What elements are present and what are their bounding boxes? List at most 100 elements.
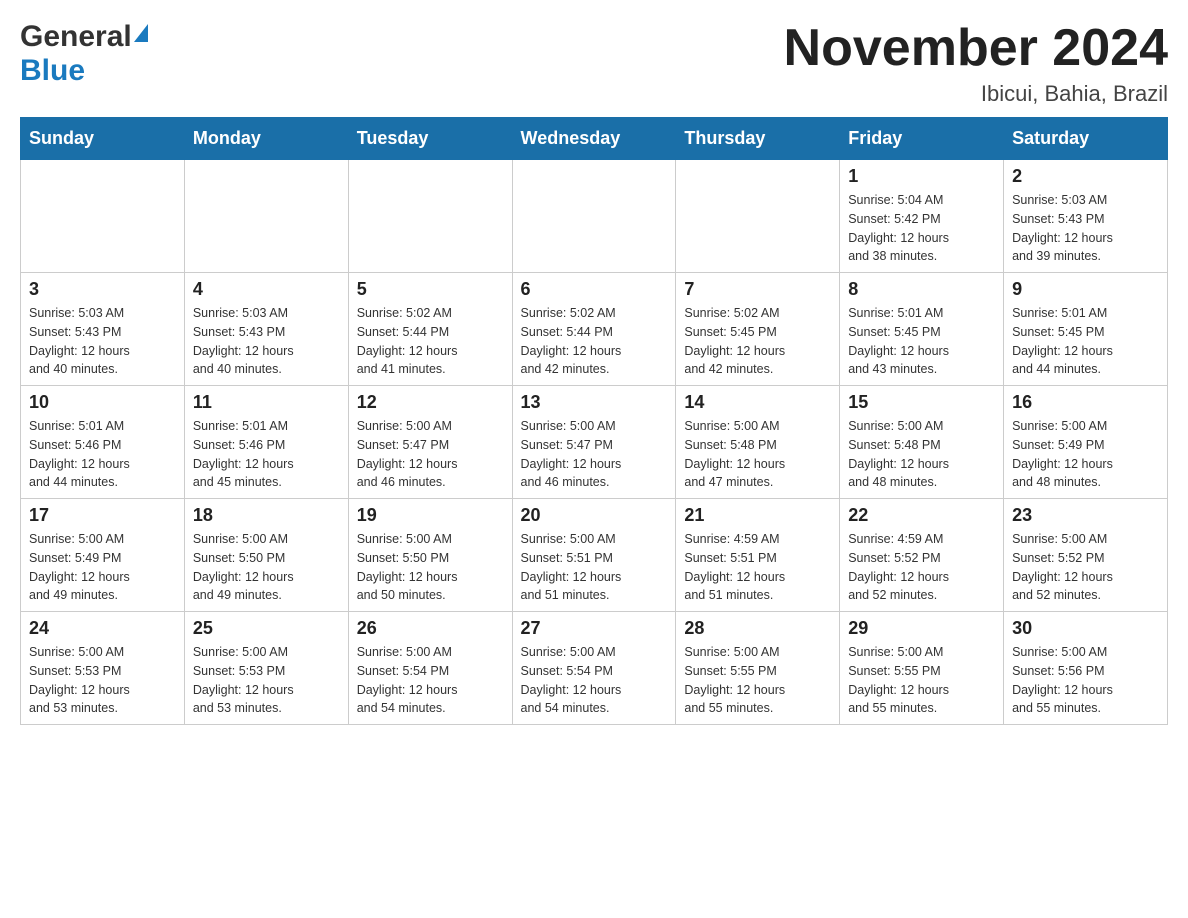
week-row: 3Sunrise: 5:03 AM Sunset: 5:43 PM Daylig… (21, 273, 1168, 386)
day-number: 1 (848, 166, 995, 187)
calendar-cell (512, 160, 676, 273)
day-info: Sunrise: 5:00 AM Sunset: 5:54 PM Dayligh… (521, 643, 668, 718)
day-info: Sunrise: 5:04 AM Sunset: 5:42 PM Dayligh… (848, 191, 995, 266)
calendar-cell: 14 Sunrise: 5:00 AM Sunset: 5:48 PM Dayli… (676, 386, 840, 499)
day-number: 24 (29, 618, 176, 639)
calendar-cell: 6 Sunrise: 5:02 AM Sunset: 5:44 PM Daylig… (512, 273, 676, 386)
day-info: Sunrise: 5:00 AM Sunset: 5:53 PM Dayligh… (29, 643, 176, 718)
week-row: 1 Sunrise: 5:04 AM Sunset: 5:42 PM Daylig… (21, 160, 1168, 273)
day-info: Sunrise: 5:00 AM Sunset: 5:56 PM Dayligh… (1012, 643, 1159, 718)
day-number: 22 (848, 505, 995, 526)
calendar-cell: 16 Sunrise: 5:00 AM Sunset: 5:49 PM Dayli… (1004, 386, 1168, 499)
calendar-cell: 3Sunrise: 5:03 AM Sunset: 5:43 PM Daylig… (21, 273, 185, 386)
day-info: Sunrise: 5:00 AM Sunset: 5:51 PM Dayligh… (521, 530, 668, 605)
day-number: 12 (357, 392, 504, 413)
days-of-week-row: SundayMondayTuesdayWednesdayThursdayFrid… (21, 118, 1168, 160)
day-info: Sunrise: 5:00 AM Sunset: 5:55 PM Dayligh… (684, 643, 831, 718)
day-number: 2 (1012, 166, 1159, 187)
logo-general-text: General (20, 20, 132, 54)
calendar-cell: 11 Sunrise: 5:01 AM Sunset: 5:46 PM Dayli… (184, 386, 348, 499)
day-number: 21 (684, 505, 831, 526)
calendar-cell: 10Sunrise: 5:01 AM Sunset: 5:46 PM Dayli… (21, 386, 185, 499)
calendar-cell: 24 Sunrise: 5:00 AM Sunset: 5:53 PM Dayli… (21, 612, 185, 725)
day-of-week-header: Friday (840, 118, 1004, 160)
day-number: 13 (521, 392, 668, 413)
day-number: 9 (1012, 279, 1159, 300)
day-number: 28 (684, 618, 831, 639)
day-info: Sunrise: 5:00 AM Sunset: 5:53 PM Dayligh… (193, 643, 340, 718)
day-info: Sunrise: 4:59 AM Sunset: 5:51 PM Dayligh… (684, 530, 831, 605)
calendar-header: SundayMondayTuesdayWednesdayThursdayFrid… (21, 118, 1168, 160)
day-number: 14 (684, 392, 831, 413)
day-info: Sunrise: 4:59 AM Sunset: 5:52 PM Dayligh… (848, 530, 995, 605)
day-info: Sunrise: 5:00 AM Sunset: 5:48 PM Dayligh… (848, 417, 995, 492)
day-number: 15 (848, 392, 995, 413)
day-info: Sunrise: 5:00 AM Sunset: 5:49 PM Dayligh… (1012, 417, 1159, 492)
calendar-cell: 19 Sunrise: 5:00 AM Sunset: 5:50 PM Dayli… (348, 499, 512, 612)
calendar-table: SundayMondayTuesdayWednesdayThursdayFrid… (20, 117, 1168, 725)
day-number: 20 (521, 505, 668, 526)
location-text: Ibicui, Bahia, Brazil (784, 81, 1168, 107)
day-of-week-header: Saturday (1004, 118, 1168, 160)
day-of-week-header: Sunday (21, 118, 185, 160)
day-of-week-header: Monday (184, 118, 348, 160)
calendar-cell: 7Sunrise: 5:02 AM Sunset: 5:45 PM Daylig… (676, 273, 840, 386)
day-of-week-header: Wednesday (512, 118, 676, 160)
day-info: Sunrise: 5:03 AM Sunset: 5:43 PM Dayligh… (1012, 191, 1159, 266)
day-number: 16 (1012, 392, 1159, 413)
day-number: 4 (193, 279, 340, 300)
day-of-week-header: Thursday (676, 118, 840, 160)
week-row: 24 Sunrise: 5:00 AM Sunset: 5:53 PM Dayli… (21, 612, 1168, 725)
calendar-cell: 5 Sunrise: 5:02 AM Sunset: 5:44 PM Daylig… (348, 273, 512, 386)
week-row: 17 Sunrise: 5:00 AM Sunset: 5:49 PM Dayli… (21, 499, 1168, 612)
calendar-cell: 13 Sunrise: 5:00 AM Sunset: 5:47 PM Dayli… (512, 386, 676, 499)
calendar-cell: 28 Sunrise: 5:00 AM Sunset: 5:55 PM Dayli… (676, 612, 840, 725)
day-number: 5 (357, 279, 504, 300)
day-info: Sunrise: 5:00 AM Sunset: 5:48 PM Dayligh… (684, 417, 831, 492)
day-info: Sunrise: 5:02 AM Sunset: 5:44 PM Dayligh… (357, 304, 504, 379)
logo-arrow-icon (134, 24, 148, 42)
day-info: Sunrise: 5:00 AM Sunset: 5:47 PM Dayligh… (357, 417, 504, 492)
calendar-cell: 18Sunrise: 5:00 AM Sunset: 5:50 PM Dayli… (184, 499, 348, 612)
day-number: 27 (521, 618, 668, 639)
day-info: Sunrise: 5:01 AM Sunset: 5:46 PM Dayligh… (29, 417, 176, 492)
day-of-week-header: Tuesday (348, 118, 512, 160)
calendar-cell: 23Sunrise: 5:00 AM Sunset: 5:52 PM Dayli… (1004, 499, 1168, 612)
day-number: 19 (357, 505, 504, 526)
calendar-cell (21, 160, 185, 273)
calendar-cell: 21 Sunrise: 4:59 AM Sunset: 5:51 PM Dayli… (676, 499, 840, 612)
day-number: 25 (193, 618, 340, 639)
day-number: 6 (521, 279, 668, 300)
day-info: Sunrise: 5:03 AM Sunset: 5:43 PM Dayligh… (29, 304, 176, 379)
day-number: 17 (29, 505, 176, 526)
calendar-cell: 26 Sunrise: 5:00 AM Sunset: 5:54 PM Dayli… (348, 612, 512, 725)
day-info: Sunrise: 5:01 AM Sunset: 5:46 PM Dayligh… (193, 417, 340, 492)
day-info: Sunrise: 5:00 AM Sunset: 5:49 PM Dayligh… (29, 530, 176, 605)
day-info: Sunrise: 5:00 AM Sunset: 5:47 PM Dayligh… (521, 417, 668, 492)
day-info: Sunrise: 5:00 AM Sunset: 5:50 PM Dayligh… (357, 530, 504, 605)
week-row: 10Sunrise: 5:01 AM Sunset: 5:46 PM Dayli… (21, 386, 1168, 499)
day-number: 11 (193, 392, 340, 413)
day-number: 30 (1012, 618, 1159, 639)
day-number: 18 (193, 505, 340, 526)
calendar-cell: 29Sunrise: 5:00 AM Sunset: 5:55 PM Dayli… (840, 612, 1004, 725)
calendar-cell: 1 Sunrise: 5:04 AM Sunset: 5:42 PM Daylig… (840, 160, 1004, 273)
calendar-cell: 8 Sunrise: 5:01 AM Sunset: 5:45 PM Daylig… (840, 273, 1004, 386)
page-header: General Blue November 2024 Ibicui, Bahia… (20, 20, 1168, 107)
calendar-cell (676, 160, 840, 273)
day-info: Sunrise: 5:00 AM Sunset: 5:54 PM Dayligh… (357, 643, 504, 718)
calendar-cell: 17 Sunrise: 5:00 AM Sunset: 5:49 PM Dayli… (21, 499, 185, 612)
calendar-cell: 4Sunrise: 5:03 AM Sunset: 5:43 PM Daylig… (184, 273, 348, 386)
day-number: 26 (357, 618, 504, 639)
day-info: Sunrise: 5:02 AM Sunset: 5:44 PM Dayligh… (521, 304, 668, 379)
day-number: 29 (848, 618, 995, 639)
calendar-cell: 27 Sunrise: 5:00 AM Sunset: 5:54 PM Dayli… (512, 612, 676, 725)
calendar-cell: 20 Sunrise: 5:00 AM Sunset: 5:51 PM Dayli… (512, 499, 676, 612)
day-info: Sunrise: 5:02 AM Sunset: 5:45 PM Dayligh… (684, 304, 831, 379)
day-number: 23 (1012, 505, 1159, 526)
logo-blue-text: Blue (20, 54, 85, 88)
day-info: Sunrise: 5:01 AM Sunset: 5:45 PM Dayligh… (848, 304, 995, 379)
calendar-cell: 9Sunrise: 5:01 AM Sunset: 5:45 PM Daylig… (1004, 273, 1168, 386)
calendar-cell: 22 Sunrise: 4:59 AM Sunset: 5:52 PM Dayli… (840, 499, 1004, 612)
day-number: 8 (848, 279, 995, 300)
